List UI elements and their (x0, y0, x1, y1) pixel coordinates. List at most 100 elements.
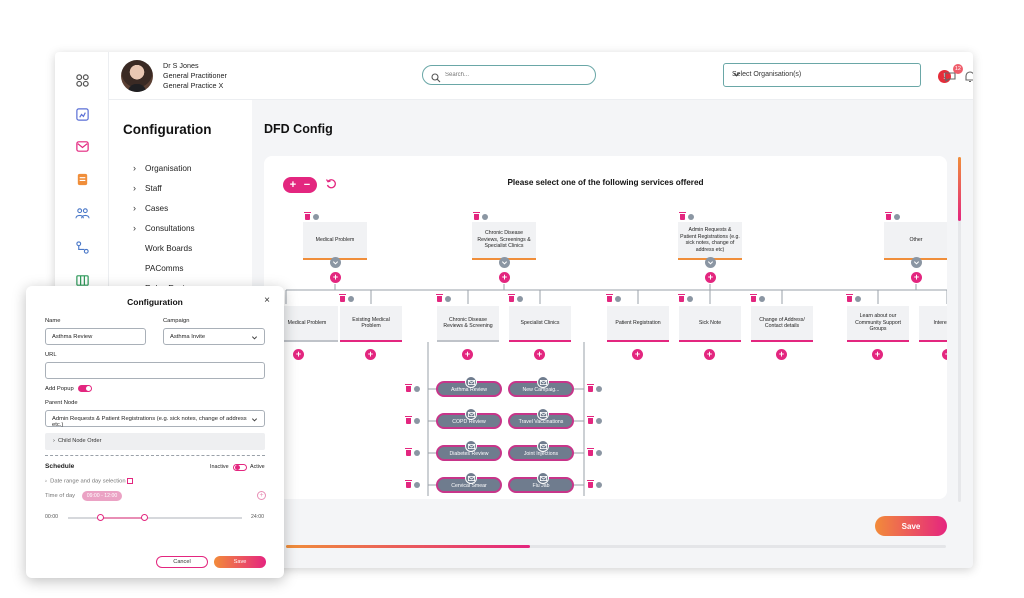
gear-icon[interactable] (596, 450, 602, 456)
tree-node-top[interactable]: Chronic Disease Reviews, Screenings & Sp… (472, 222, 536, 260)
slider-start-handle[interactable] (97, 514, 104, 521)
campaign-chip[interactable]: Diabetes Review (436, 440, 502, 461)
trash-icon[interactable] (405, 448, 412, 456)
workflow-icon[interactable] (74, 239, 90, 255)
add-child-button[interactable]: + (462, 349, 473, 360)
node-actions[interactable] (304, 212, 319, 220)
tree-node-child[interactable]: Learn about our Community Support Groups (847, 306, 909, 342)
node-actions[interactable] (508, 294, 523, 302)
gear-icon[interactable] (414, 482, 420, 488)
tree-node-child[interactable]: Existing Medical Problem (340, 306, 402, 342)
campaign-chip[interactable]: Asthma Review (436, 376, 502, 397)
collapse-chevron-icon[interactable] (330, 257, 341, 268)
add-child-button[interactable]: + (534, 349, 545, 360)
chat-icon[interactable]: 12 (943, 64, 963, 84)
dashboard-icon[interactable] (74, 72, 90, 88)
chip-actions[interactable] (587, 480, 602, 488)
trash-icon[interactable] (606, 294, 613, 302)
gear-icon[interactable] (687, 296, 693, 302)
gear-icon[interactable] (414, 386, 420, 392)
gear-icon[interactable] (414, 450, 420, 456)
tree-node-child[interactable]: Patient Registration (607, 306, 669, 342)
trash-icon[interactable] (587, 448, 594, 456)
cancel-button[interactable]: Cancel (156, 556, 208, 568)
add-child-button[interactable]: + (942, 349, 947, 360)
node-actions[interactable] (436, 294, 451, 302)
add-child-button[interactable]: + (911, 272, 922, 283)
trash-icon[interactable] (678, 294, 685, 302)
trash-icon[interactable] (587, 480, 594, 488)
chip-actions[interactable] (587, 416, 602, 424)
chip-actions[interactable] (587, 448, 602, 456)
time-slider[interactable] (68, 514, 242, 521)
campaign-chip[interactable]: Joint Injections (508, 440, 574, 461)
time-range-chip[interactable]: 09:00 - 12:00 (82, 491, 122, 501)
gear-icon[interactable] (313, 214, 319, 220)
add-child-button[interactable]: + (705, 272, 716, 283)
tree-node-top[interactable]: Admin Requests & Patient Registrations (… (678, 222, 742, 260)
popup-save-button[interactable]: Save (214, 556, 266, 568)
nav-item-work-boards[interactable]: Work Boards (133, 238, 195, 258)
trash-icon[interactable] (885, 212, 892, 220)
chip-actions[interactable] (587, 384, 602, 392)
trash-icon[interactable] (304, 212, 311, 220)
gear-icon[interactable] (482, 214, 488, 220)
gear-icon[interactable] (445, 296, 451, 302)
add-child-button[interactable]: + (704, 349, 715, 360)
node-actions[interactable] (750, 294, 765, 302)
analytics-icon[interactable] (74, 106, 90, 122)
avatar[interactable] (121, 60, 153, 92)
trash-icon[interactable] (473, 212, 480, 220)
name-field[interactable]: Asthma Review (45, 328, 146, 345)
tree-node-child[interactable]: Interested in T (919, 306, 947, 342)
add-child-button[interactable]: + (330, 272, 341, 283)
add-child-button[interactable]: + (365, 349, 376, 360)
add-child-button[interactable]: + (632, 349, 643, 360)
node-actions[interactable] (339, 294, 354, 302)
add-child-button[interactable]: + (872, 349, 883, 360)
node-actions[interactable] (606, 294, 621, 302)
campaign-chip[interactable]: Flu Jab (508, 472, 574, 493)
trash-icon[interactable] (405, 384, 412, 392)
mail-icon[interactable] (74, 138, 90, 154)
gear-icon[interactable] (348, 296, 354, 302)
tree-node-top[interactable]: Medical Problem (303, 222, 367, 260)
parent-node-select[interactable]: Admin Requests & Patient Registrations (… (45, 410, 265, 428)
add-child-button[interactable]: + (293, 349, 304, 360)
save-button[interactable]: Save (875, 516, 947, 536)
nav-item-consultations[interactable]: › Consultations (133, 218, 195, 238)
add-child-button[interactable]: + (776, 349, 787, 360)
trash-icon[interactable] (679, 212, 686, 220)
close-icon[interactable]: × (264, 295, 270, 306)
slider-end-handle[interactable] (141, 514, 148, 521)
add-popup-toggle[interactable] (78, 385, 92, 392)
node-actions[interactable] (885, 212, 900, 220)
tree-node-child[interactable]: Change of Address/ Contact details (751, 306, 813, 342)
campaign-chip[interactable]: Travel Vaccinations (508, 408, 574, 429)
gear-icon[interactable] (855, 296, 861, 302)
chip-actions[interactable] (405, 384, 420, 392)
gear-icon[interactable] (596, 386, 602, 392)
node-actions[interactable] (679, 212, 694, 220)
search-box[interactable] (422, 65, 596, 85)
trash-icon[interactable] (436, 294, 443, 302)
tree-node-top[interactable]: Other (884, 222, 947, 260)
chip-actions[interactable] (405, 480, 420, 488)
tree-node-child[interactable]: Chronic Disease Reviews & Screening (437, 306, 499, 342)
gear-icon[interactable] (596, 482, 602, 488)
collapse-chevron-icon[interactable] (499, 257, 510, 268)
campaign-chip[interactable]: New Campaig... (508, 376, 574, 397)
campaign-chip[interactable]: Cervical Smear (436, 472, 502, 493)
gear-icon[interactable] (517, 296, 523, 302)
trash-icon[interactable] (339, 294, 346, 302)
add-child-button[interactable]: + (499, 272, 510, 283)
date-range-row[interactable]: › Date range and day selection (45, 478, 134, 485)
add-time-icon[interactable]: + (257, 491, 266, 500)
organisation-select[interactable]: Select Organisation(s) (723, 63, 921, 87)
trash-icon[interactable] (405, 416, 412, 424)
trash-icon[interactable] (846, 294, 853, 302)
campaign-select[interactable]: Asthma Invite (163, 328, 265, 345)
tree-node-child[interactable]: Medical Problem (276, 306, 338, 342)
checkbox-icon[interactable] (127, 478, 134, 484)
gear-icon[interactable] (688, 214, 694, 220)
